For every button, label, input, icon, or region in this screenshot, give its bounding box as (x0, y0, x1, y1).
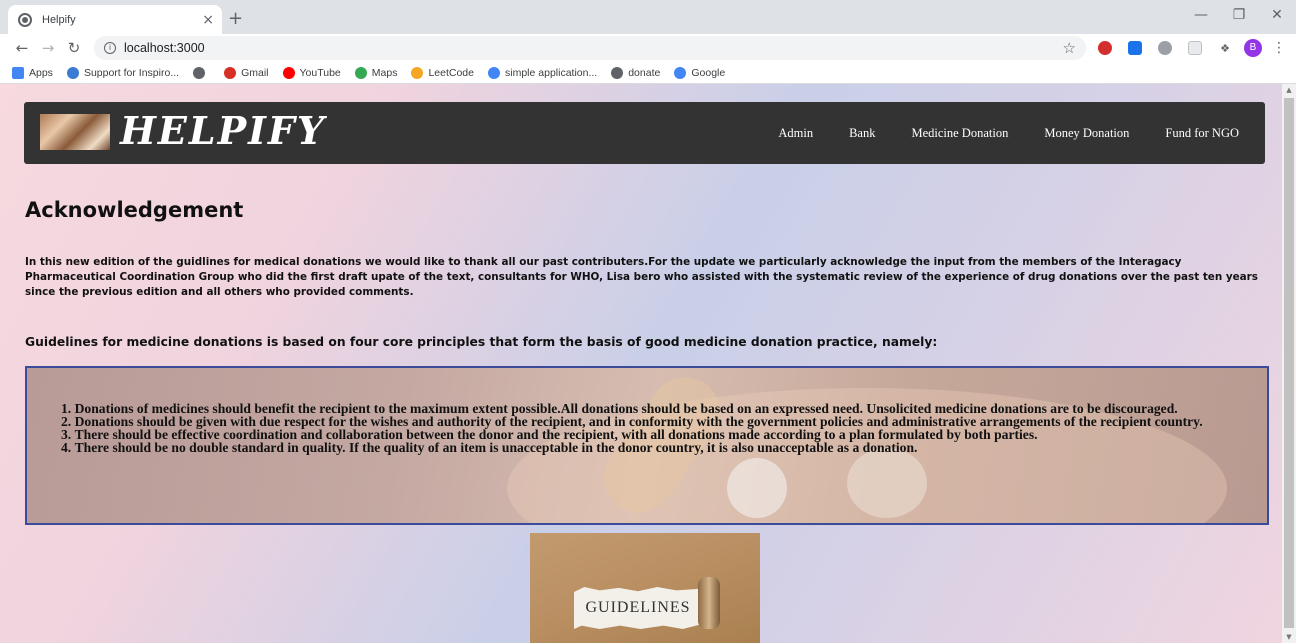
bookmark-item[interactable]: YouTube (282, 66, 341, 79)
window-controls: — ❐ ✕ (1182, 0, 1296, 34)
bookmark-label: simple application... (505, 66, 598, 79)
bookmark-favicon-icon (66, 66, 79, 79)
bookmark-item[interactable] (193, 66, 210, 79)
extension-page-icon[interactable] (1184, 40, 1206, 56)
pill-decoration (847, 448, 927, 518)
bookmark-label: LeetCode (428, 66, 474, 79)
bookmark-favicon-icon (12, 66, 24, 79)
logo-hands-image (40, 114, 110, 150)
bookmark-star-icon[interactable]: ☆ (1063, 39, 1076, 57)
paper-curl (698, 577, 720, 629)
bookmark-favicon-icon (411, 66, 424, 79)
bookmark-item[interactable]: Gmail (224, 66, 269, 79)
url-text[interactable]: localhost:3000 (124, 41, 1063, 55)
bookmark-favicon-icon (224, 66, 237, 79)
acknowledgement-heading: Acknowledgement (25, 198, 244, 222)
ublock-icon[interactable] (1094, 40, 1116, 56)
minimize-icon[interactable]: — (1182, 0, 1220, 34)
main-nav: Admin Bank Medicine Donation Money Donat… (778, 102, 1239, 164)
new-tab-button[interactable]: + (228, 8, 243, 29)
restore-icon[interactable]: ❐ (1220, 0, 1258, 34)
nav-medicine-donation[interactable]: Medicine Donation (911, 126, 1008, 141)
bookmark-label: Support for Inspiro... (83, 66, 180, 79)
extension-blue-icon[interactable] (1124, 40, 1146, 56)
bookmark-label: donate (628, 66, 661, 79)
bookmark-item[interactable]: simple application... (488, 66, 598, 79)
principles-box: Donations of medicines should benefit th… (25, 366, 1269, 525)
guidelines-image-label: GUIDELINES (585, 599, 691, 616)
list-item: There should be no double standard in qu… (61, 441, 1241, 455)
tab-title: Helpify (42, 13, 76, 26)
bookmark-item[interactable]: Google (674, 66, 726, 79)
pill-decoration (727, 458, 787, 518)
bookmark-favicon-icon (674, 66, 687, 79)
reload-icon[interactable]: ↻ (62, 39, 86, 57)
bookmark-favicon-icon (488, 66, 500, 79)
acknowledgement-text: In this new edition of the guidlines for… (25, 256, 1258, 298)
principles-heading: Guidelines for medicine donations is bas… (25, 335, 938, 349)
bookmark-label: Gmail (241, 66, 269, 79)
bookmark-favicon-icon (354, 66, 367, 79)
info-icon[interactable]: i (104, 42, 116, 54)
globe-icon (18, 12, 32, 27)
back-icon[interactable]: ← (10, 39, 34, 57)
browser-toolbar: ← → ↻ i localhost:3000 ☆ ❖ B ⋮ (0, 34, 1296, 62)
nav-money-donation[interactable]: Money Donation (1044, 126, 1129, 141)
forward-icon[interactable]: → (36, 39, 60, 57)
bookmark-item[interactable]: Apps (12, 66, 53, 79)
close-window-icon[interactable]: ✕ (1258, 0, 1296, 34)
browser-tabbar: Helpify × + — ❐ ✕ (0, 0, 1296, 34)
principles-list: Donations of medicines should benefit th… (61, 402, 1241, 455)
site-header: HELPIFY Admin Bank Medicine Donation Mon… (24, 102, 1265, 164)
bookmark-label: YouTube (299, 66, 341, 79)
nav-bank[interactable]: Bank (849, 126, 875, 141)
site-logo[interactable]: HELPIFY (120, 108, 326, 153)
browser-menu-icon[interactable]: ⋮ (1272, 40, 1286, 56)
bookmarks-bar: Apps Support for Inspiro... Gmail YouTube Ma… (0, 62, 1296, 84)
page-viewport: HELPIFY Admin Bank Medicine Donation Mon… (0, 84, 1296, 643)
bookmark-favicon-icon (193, 66, 206, 79)
browser-tab[interactable]: Helpify × (8, 5, 222, 34)
scroll-down-icon[interactable]: ▼ (1282, 633, 1296, 641)
bookmark-favicon-icon (282, 66, 295, 79)
profile-avatar[interactable]: B (1244, 39, 1262, 57)
scrollbar-thumb[interactable] (1284, 98, 1294, 628)
bookmark-item[interactable]: Maps (354, 66, 398, 79)
nav-fund-for-ngo[interactable]: Fund for NGO (1165, 126, 1239, 141)
bookmark-favicon-icon (611, 66, 624, 79)
bookmark-label: Google (691, 66, 726, 79)
bookmark-item[interactable]: Support for Inspiro... (66, 66, 180, 79)
bookmark-label: Apps (29, 66, 53, 79)
nav-admin[interactable]: Admin (778, 126, 813, 141)
page-scrollbar[interactable]: ▲ ▼ (1282, 84, 1296, 643)
bookmark-label: Maps (371, 66, 398, 79)
tab-close-icon[interactable]: × (202, 12, 214, 28)
bookmark-item[interactable]: donate (611, 66, 661, 79)
address-bar[interactable]: i localhost:3000 ☆ (94, 36, 1086, 60)
extensions-puzzle-icon[interactable]: ❖ (1214, 40, 1236, 56)
scroll-up-icon[interactable]: ▲ (1282, 86, 1296, 94)
extension-gray-icon[interactable] (1154, 40, 1176, 56)
bookmark-item[interactable]: LeetCode (411, 66, 474, 79)
guidelines-image: GUIDELINES (530, 533, 760, 643)
